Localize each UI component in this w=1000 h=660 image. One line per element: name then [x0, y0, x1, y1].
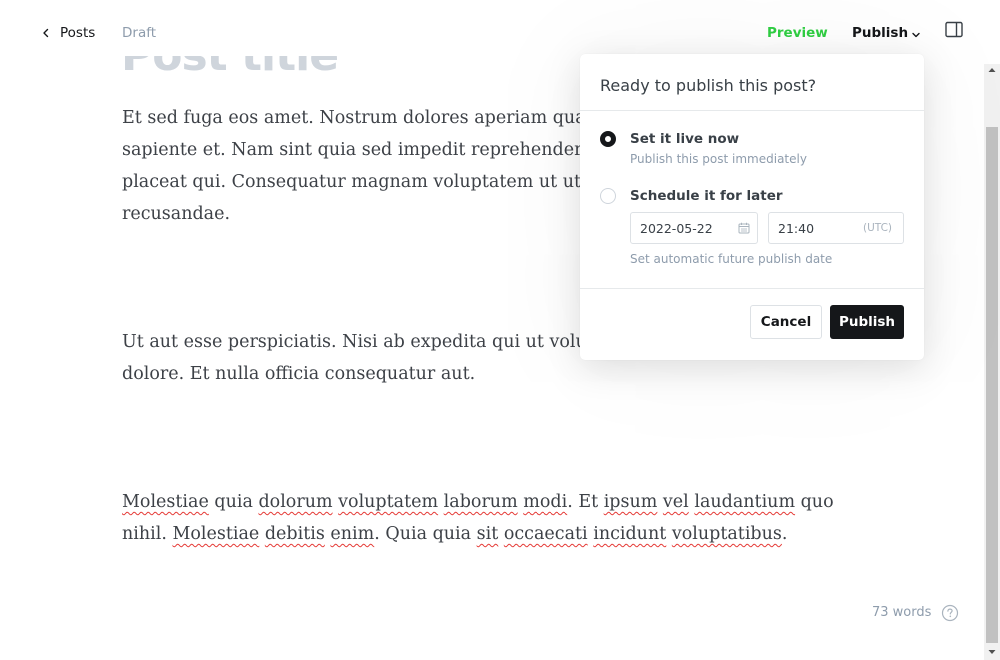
scrollbar-thumb[interactable] [986, 127, 998, 643]
misspelled-word: vel [662, 492, 689, 512]
option-description: Publish this post immediately [630, 152, 807, 166]
schedule-date-input[interactable]: 2022-05-22 [630, 212, 758, 244]
back-link-label: Posts [60, 25, 96, 41]
misspelled-word: enim [330, 524, 375, 544]
timezone-label: (UTC) [862, 222, 892, 234]
text-segment: quia [208, 492, 259, 512]
paragraph-line: nihil. Molestiae debitis enim. Quia quia… [122, 518, 862, 550]
question-circle-icon[interactable] [941, 604, 959, 622]
text-segment: quo [795, 492, 834, 512]
publish-popover: Ready to publish this post? Set it live … [580, 54, 924, 360]
misspelled-word: occaecati [503, 524, 588, 544]
preview-button[interactable]: Preview [767, 25, 828, 41]
scroll-up-arrow-icon[interactable] [987, 66, 997, 74]
chevron-left-icon [43, 28, 49, 38]
text-segment: . [781, 524, 788, 544]
radio-selected[interactable] [600, 131, 616, 147]
popover-title: Ready to publish this post? [600, 76, 817, 95]
misspelled-word: dolorum [258, 492, 333, 512]
misspelled-word: modi [523, 492, 568, 512]
popover-divider [580, 288, 924, 289]
misspelled-word: ipsum [603, 492, 658, 512]
text-segment: . Quia quia [374, 524, 477, 544]
option-label: Set it live now [630, 131, 740, 147]
misspelled-word: voluptatem [338, 492, 439, 512]
time-value: 21:40 [778, 221, 815, 236]
publish-menu-label: Publish [852, 25, 909, 41]
publish-menu-button[interactable]: Publish [852, 25, 921, 41]
misspelled-word: laudantium [694, 492, 796, 512]
confirm-publish-button[interactable]: Publish [830, 305, 904, 339]
radio-unselected[interactable] [600, 188, 616, 204]
popover-header: Ready to publish this post? [580, 54, 924, 111]
option-live-now[interactable]: Set it live now Publish this post immedi… [600, 131, 900, 171]
misspelled-word: incidunt [593, 524, 667, 544]
back-to-posts-link[interactable]: Posts [40, 24, 95, 42]
misspelled-word: voluptatibus [671, 524, 782, 544]
paragraph-3[interactable]: Molestiae quia dolorum voluptatem laboru… [122, 486, 862, 550]
text-segment: . Et [567, 492, 604, 512]
cancel-button[interactable]: Cancel [750, 305, 822, 339]
schedule-time-input[interactable]: 21:40 (UTC) [768, 212, 904, 244]
option-schedule-later[interactable]: Schedule it for later [600, 188, 900, 206]
misspelled-word: Molestiae [122, 492, 209, 512]
chevron-down-icon [912, 32, 920, 38]
sidebar-toggle-icon[interactable] [944, 21, 964, 39]
option-label: Schedule it for later [630, 188, 783, 204]
text-segment: nihil. [122, 524, 173, 544]
post-status: Draft [122, 25, 157, 41]
paragraph-line: dolore. Et nulla officia consequatur aut… [122, 364, 476, 384]
date-value: 2022-05-22 [640, 221, 713, 236]
misspelled-word: laborum [443, 492, 518, 512]
schedule-hint: Set automatic future publish date [630, 252, 833, 266]
misspelled-word: debitis [264, 524, 325, 544]
misspelled-word: Molestiae [172, 524, 260, 544]
misspelled-word: sit [476, 524, 499, 544]
scroll-down-arrow-icon[interactable] [987, 648, 997, 656]
word-count: 73 words [872, 605, 932, 620]
paragraph-line: Molestiae quia dolorum voluptatem laboru… [122, 486, 862, 518]
calendar-icon[interactable] [738, 222, 750, 234]
